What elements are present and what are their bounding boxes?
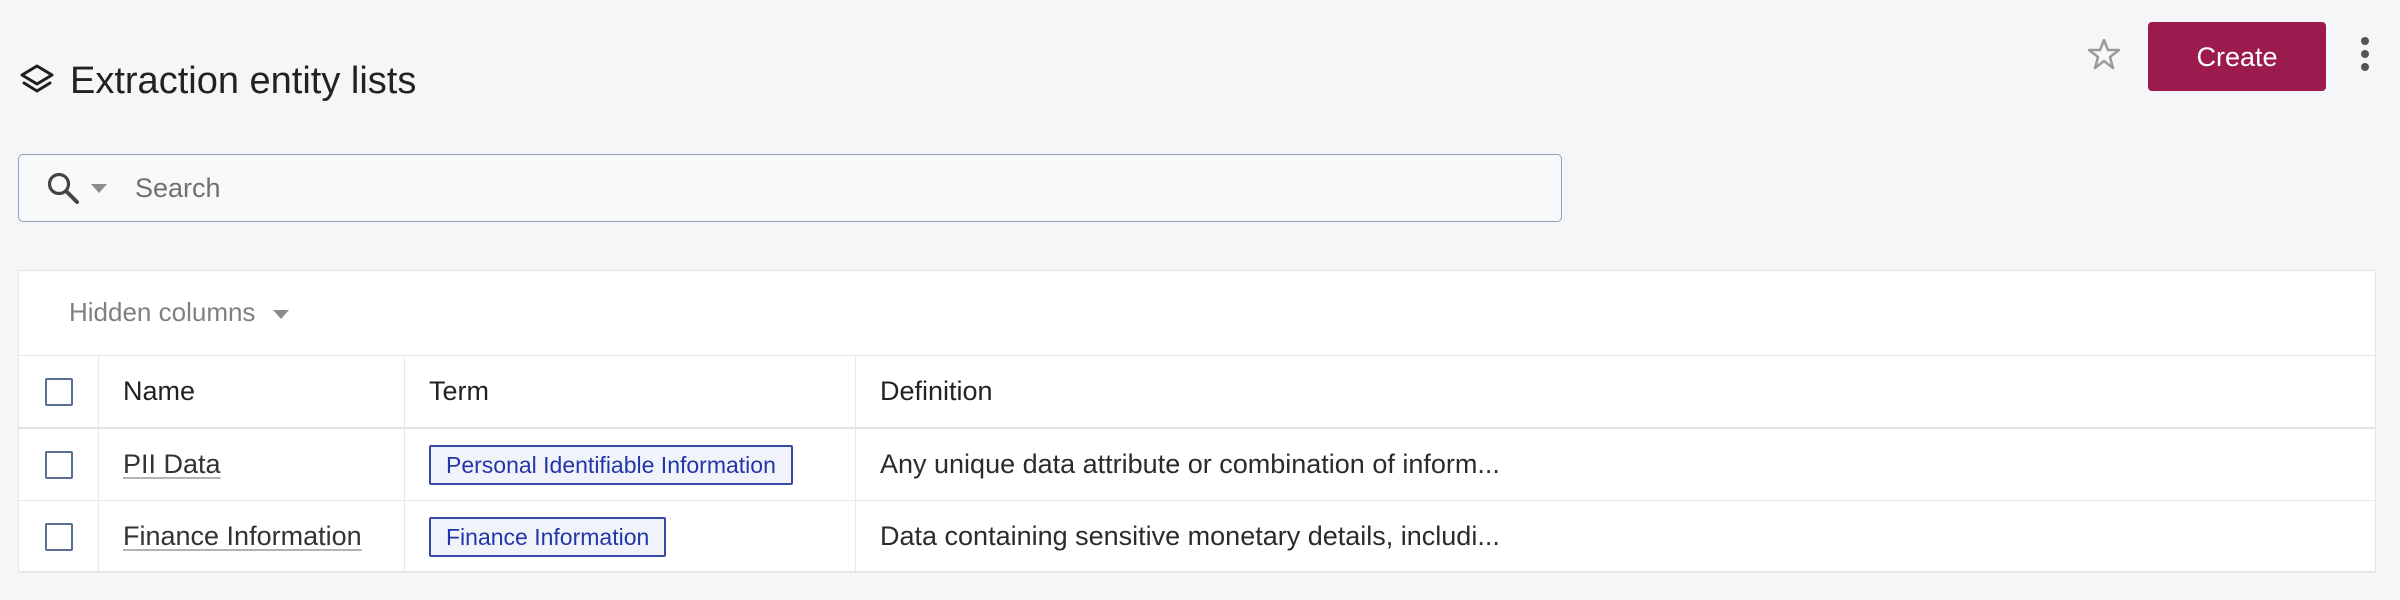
definition-cell: Data containing sensitive monetary detai… (856, 501, 2375, 572)
caret-down-icon (271, 297, 291, 328)
page-header: Extraction entity lists Create (18, 22, 2382, 102)
select-all-checkbox[interactable] (44, 377, 73, 406)
entity-table: Name Term Definition PII Data Personal I… (19, 356, 2375, 573)
term-badge[interactable]: Personal Identifiable Information (429, 444, 793, 485)
table-header-row: Name Term Definition (19, 356, 2375, 429)
column-header-label: Term (429, 376, 489, 406)
layers-icon (18, 62, 56, 100)
definition-text: Data containing sensitive monetary detai… (880, 521, 1500, 551)
term-cell: Personal Identifiable Information (405, 429, 856, 500)
page: Extraction entity lists Create Search Hi… (0, 0, 2400, 600)
title-group: Extraction entity lists (18, 34, 416, 129)
hidden-columns-label: Hidden columns (69, 297, 256, 327)
table-row: PII Data Personal Identifiable Informati… (19, 429, 2375, 501)
column-header-term[interactable]: Term (405, 356, 856, 427)
entity-name-link[interactable]: PII Data (123, 449, 221, 480)
header-actions: Create (2082, 22, 2382, 91)
name-cell: Finance Information (99, 501, 405, 572)
row-checkbox[interactable] (44, 522, 73, 551)
select-all-cell (19, 356, 99, 427)
column-header-name[interactable]: Name (99, 356, 405, 427)
favorite-button[interactable] (2082, 35, 2126, 79)
definition-text: Any unique data attribute or combination… (880, 449, 1500, 479)
table-toolbar: Hidden columns (19, 271, 2375, 356)
row-select-cell (19, 429, 99, 500)
column-header-definition[interactable]: Definition (856, 356, 2375, 427)
star-icon (2086, 36, 2122, 77)
term-badge[interactable]: Finance Information (429, 516, 667, 557)
page-title: Extraction entity lists (70, 60, 417, 103)
more-options-button[interactable] (2348, 32, 2382, 82)
row-select-cell (19, 501, 99, 572)
more-vertical-icon (2359, 34, 2371, 79)
search-bar[interactable] (18, 154, 1562, 222)
entity-name-link[interactable]: Finance Information (123, 521, 362, 552)
hidden-columns-dropdown[interactable]: Hidden columns (69, 297, 291, 328)
search-input[interactable] (133, 158, 1561, 218)
name-cell: PII Data (99, 429, 405, 500)
definition-cell: Any unique data attribute or combination… (856, 429, 2375, 500)
caret-down-icon[interactable] (85, 174, 113, 202)
table-row: Finance Information Finance Information … (19, 501, 2375, 573)
row-checkbox[interactable] (44, 450, 73, 479)
term-cell: Finance Information (405, 501, 856, 572)
column-header-label: Name (123, 376, 196, 406)
column-header-label: Definition (880, 376, 993, 406)
search-icon[interactable] (43, 168, 83, 208)
create-button[interactable]: Create (2148, 22, 2326, 91)
entity-list-table-panel: Hidden columns Name Term Definition PII … (18, 270, 2376, 573)
